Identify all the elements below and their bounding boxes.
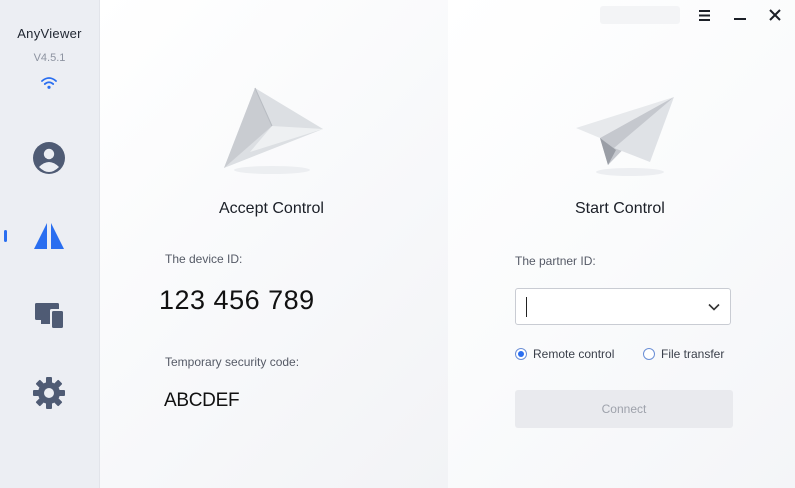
chevron-down-icon[interactable] — [706, 299, 722, 315]
radio-unchecked-icon — [643, 348, 655, 360]
paper-plane-illustration — [224, 87, 323, 174]
sidebar-item-account[interactable] — [0, 130, 99, 186]
device-id-label: The device ID: — [165, 252, 243, 266]
close-icon — [769, 9, 781, 21]
close-button[interactable] — [764, 6, 786, 26]
accept-control-title: Accept Control — [219, 200, 324, 217]
radio-file-label: File transfer — [661, 347, 725, 361]
security-code-label: Temporary security code: — [165, 355, 300, 369]
title-bar-area — [600, 6, 680, 24]
menu-button[interactable] — [693, 6, 715, 26]
device-id-value: 123 456 789 — [159, 285, 315, 315]
security-code-value: ABCDEF — [164, 390, 240, 411]
minimize-button[interactable] — [729, 6, 751, 26]
sidebar-item-connect[interactable] — [0, 208, 99, 264]
partner-id-label: The partner ID: — [515, 254, 596, 268]
minimize-icon — [734, 18, 746, 20]
remote-control-icon — [34, 223, 64, 249]
partner-id-input[interactable] — [515, 288, 731, 325]
wifi-icon — [41, 77, 57, 89]
sidebar: AnyViewer V4.5.1 — [0, 0, 100, 488]
sidebar-item-settings[interactable] — [0, 364, 99, 420]
text-caret — [526, 297, 527, 317]
user-icon — [33, 142, 65, 174]
app-name: AnyViewer — [17, 26, 82, 41]
radio-file-transfer[interactable]: File transfer — [643, 347, 738, 363]
radio-checked-icon — [515, 348, 527, 360]
devices-icon — [35, 303, 63, 328]
app-version: V4.5.1 — [33, 52, 66, 64]
gear-icon — [33, 377, 65, 409]
radio-remote-control[interactable]: Remote control — [515, 347, 625, 363]
connect-button[interactable]: Connect — [515, 390, 733, 428]
start-control-title: Start Control — [575, 200, 665, 217]
sidebar-item-devices[interactable] — [0, 286, 99, 342]
radio-remote-label: Remote control — [533, 347, 615, 361]
menu-icon — [699, 10, 710, 21]
accept-control-panel — [100, 0, 448, 488]
paper-plane-flying-illustration — [576, 97, 674, 176]
